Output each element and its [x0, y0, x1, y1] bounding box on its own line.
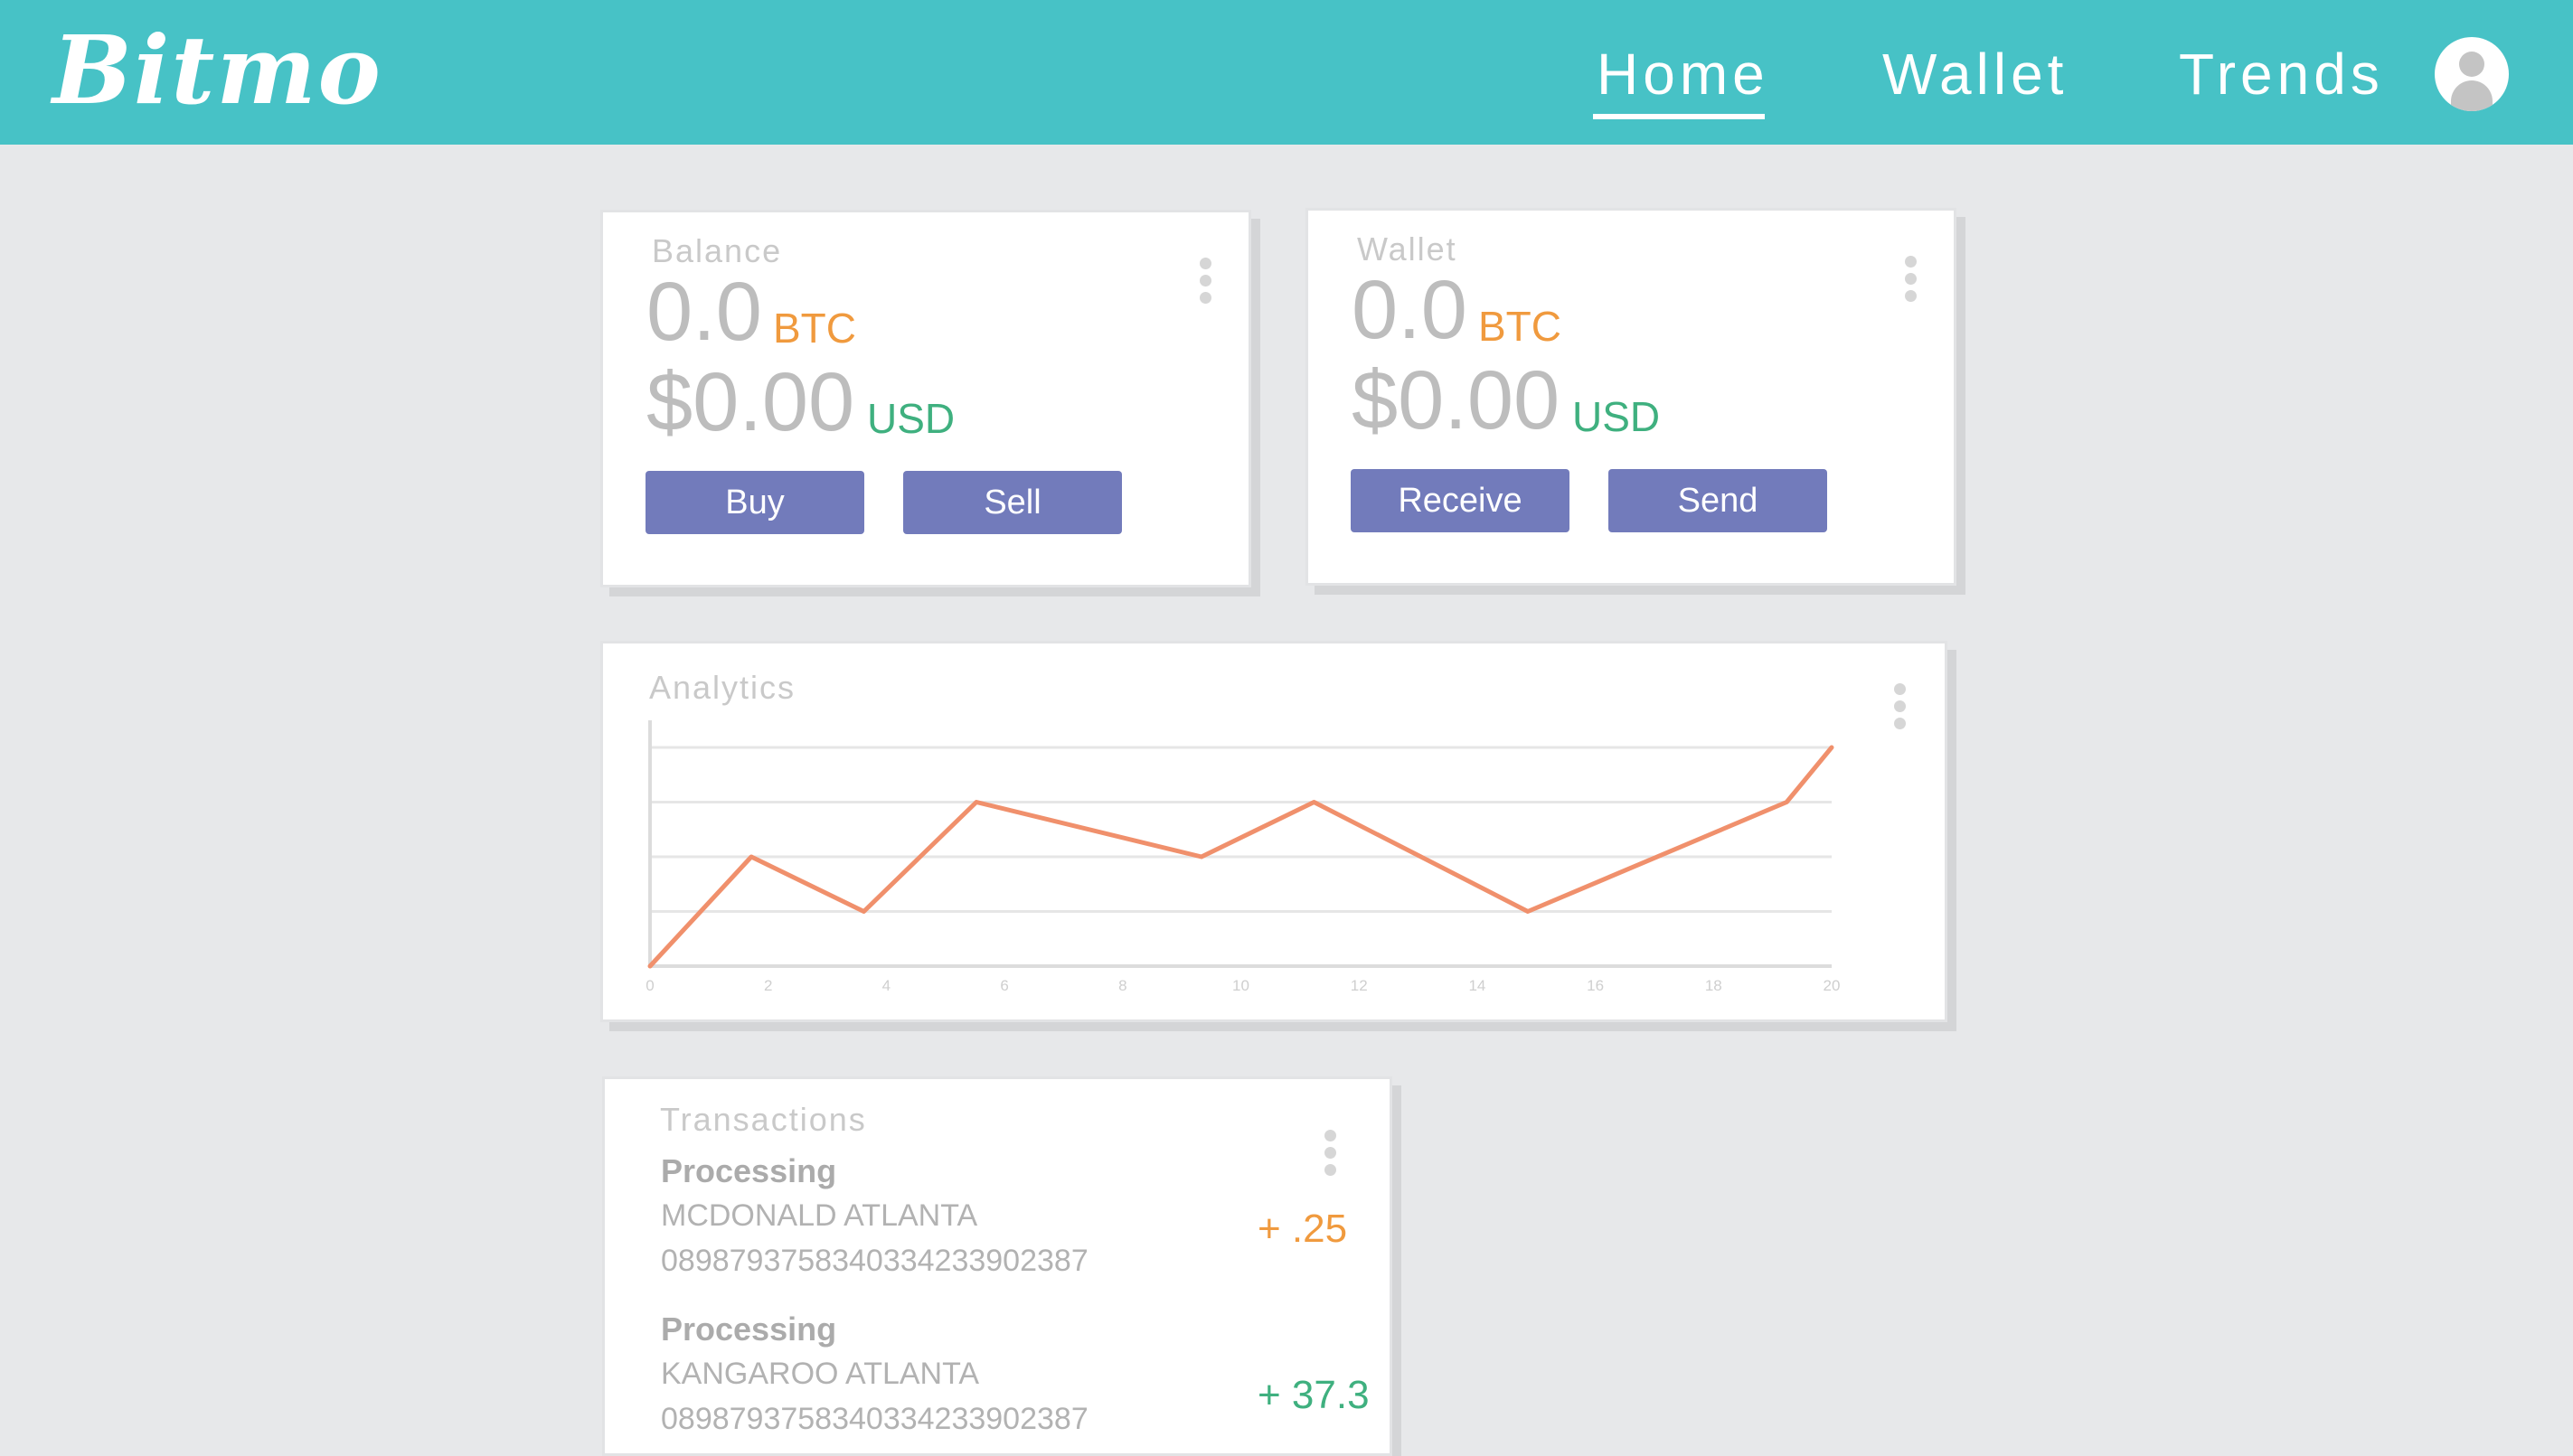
chart-x-tick-label: 2 — [764, 977, 772, 994]
wallet-usd-unit: USD — [1572, 393, 1661, 440]
chart-x-tick-label: 18 — [1705, 977, 1722, 994]
wallet-card: Wallet 0.0 BTC $0.00 USD Receive Send — [1305, 208, 1956, 586]
transactions-more-icon[interactable] — [1324, 1130, 1337, 1177]
sell-button[interactable]: Sell — [903, 471, 1122, 534]
chart-x-tick-label: 10 — [1232, 977, 1249, 994]
transactions-card-title: Transactions — [660, 1101, 867, 1138]
transaction-merchant: MCDONALD ATLANTA — [661, 1198, 978, 1233]
wallet-more-icon[interactable] — [1905, 256, 1918, 303]
wallet-usd-value: $0.00 — [1352, 354, 1560, 446]
chart-x-tick-label: 6 — [1000, 977, 1008, 994]
wallet-btc-unit: BTC — [1478, 303, 1561, 350]
app-logo[interactable]: Bitmo — [52, 14, 382, 127]
top-nav-bar: Bitmo Home Wallet Trends — [0, 0, 2573, 145]
nav-home-link[interactable]: Home — [1597, 40, 1769, 108]
nav-trends-link[interactable]: Trends — [2179, 40, 2384, 108]
balance-more-icon[interactable] — [1200, 258, 1212, 305]
nav-active-indicator — [1593, 114, 1765, 119]
balance-btc-unit: BTC — [773, 305, 856, 352]
nav-wallet-link[interactable]: Wallet — [1882, 40, 2068, 108]
wallet-card-title: Wallet — [1357, 230, 1457, 268]
user-avatar-icon[interactable] — [2435, 37, 2509, 111]
buy-button[interactable]: Buy — [646, 471, 864, 534]
analytics-card: Analytics 0 2 4 6 8 10 12 14 16 18 20 — [600, 641, 1947, 1022]
chart-x-tick-label: 14 — [1468, 977, 1485, 994]
transaction-id: 0898793758340334233902387 — [661, 1402, 1089, 1436]
transactions-card: Transactions Processing MCDONALD ATLANTA… — [602, 1076, 1392, 1456]
transaction-status: Processing — [661, 1310, 837, 1348]
balance-usd-unit: USD — [867, 395, 956, 442]
transaction-merchant: KANGAROO ATLANTA — [661, 1357, 980, 1391]
balance-card-title: Balance — [652, 232, 783, 269]
chart-x-tick-label: 20 — [1824, 977, 1841, 994]
balance-btc-value: 0.0 — [646, 266, 762, 358]
balance-usd-value: $0.00 — [646, 356, 855, 448]
analytics-line-chart: 0 2 4 6 8 10 12 14 16 18 20 — [646, 720, 1841, 994]
receive-button[interactable]: Receive — [1351, 469, 1569, 532]
send-button[interactable]: Send — [1608, 469, 1827, 532]
transaction-id: 0898793758340334233902387 — [661, 1244, 1089, 1278]
transaction-amount: + 37.3 — [1258, 1373, 1370, 1417]
avatar-body — [2451, 80, 2493, 111]
chart-x-tick-label: 0 — [646, 977, 654, 994]
chart-x-tick-label: 16 — [1587, 977, 1604, 994]
transaction-status: Processing — [661, 1152, 837, 1189]
transaction-amount: + .25 — [1258, 1207, 1348, 1251]
wallet-btc-value: 0.0 — [1352, 264, 1467, 356]
chart-x-tick-label: 4 — [882, 977, 891, 994]
chart-x-tick-label: 12 — [1351, 977, 1368, 994]
chart-x-tick-label: 8 — [1118, 977, 1126, 994]
balance-card: Balance 0.0 BTC $0.00 USD Buy Sell — [600, 210, 1251, 587]
avatar-head — [2459, 52, 2484, 77]
